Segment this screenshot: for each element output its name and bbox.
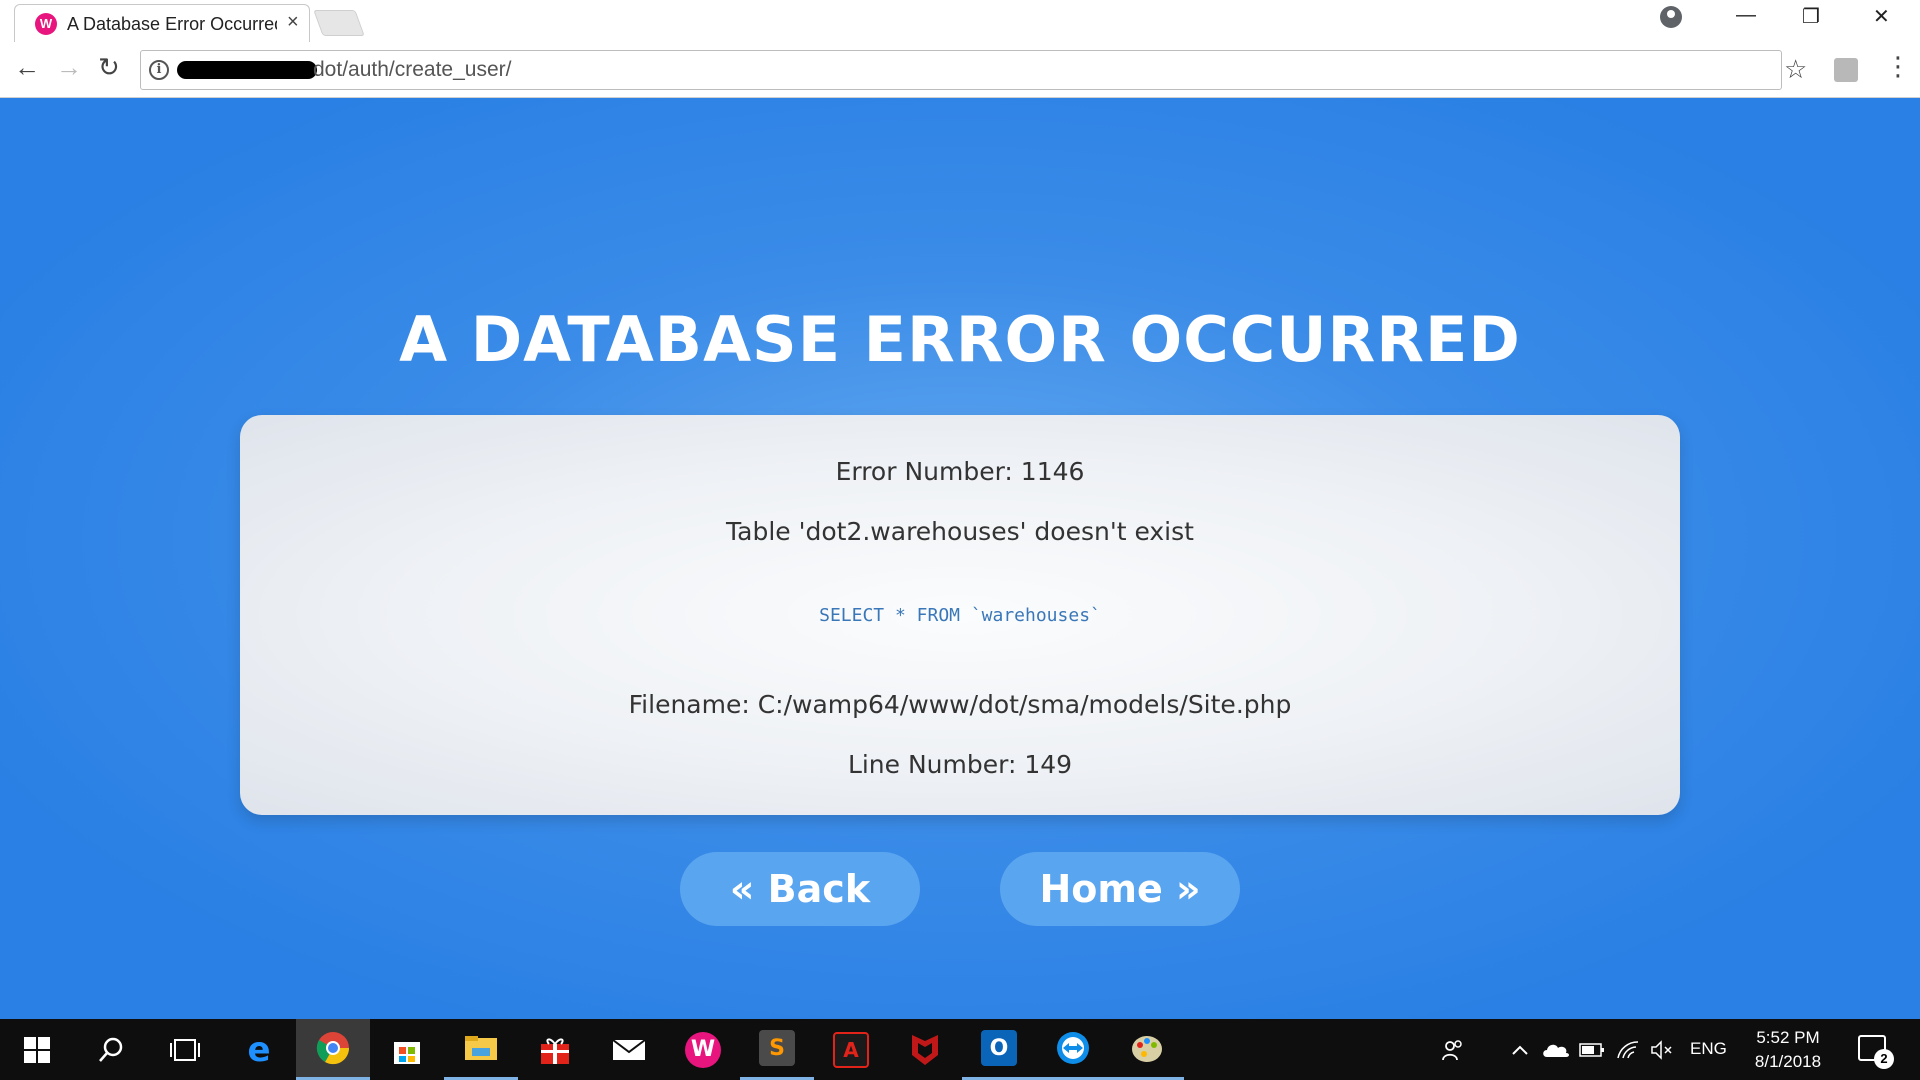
clock-time: 5:52 PM bbox=[1756, 1028, 1820, 1047]
file-explorer-icon[interactable] bbox=[444, 1019, 518, 1080]
taskbar-clock[interactable]: 5:52 PM 8/1/2018 bbox=[1748, 1026, 1828, 1074]
bookmark-star-icon[interactable]: ☆ bbox=[1784, 54, 1807, 85]
teamviewer-icon[interactable] bbox=[1036, 1019, 1110, 1080]
page-title: A DATABASE ERROR OCCURRED bbox=[399, 303, 1521, 376]
site-info-icon[interactable]: i bbox=[149, 60, 169, 80]
mail-icon[interactable] bbox=[592, 1019, 666, 1080]
browser-tab-bar: W A Database Error Occurred × — ❐ ✕ bbox=[0, 0, 1920, 42]
battery-icon[interactable] bbox=[1572, 1019, 1612, 1080]
tab-title: A Database Error Occurred bbox=[67, 14, 277, 34]
error-filename: Filename: C:/wamp64/www/dot/sma/models/S… bbox=[628, 690, 1292, 719]
back-button[interactable]: « Back bbox=[680, 852, 920, 926]
browser-menu-icon[interactable]: ⋮ bbox=[1885, 53, 1911, 79]
people-icon[interactable] bbox=[1428, 1019, 1478, 1080]
account-icon[interactable] bbox=[1660, 6, 1682, 28]
sublime-text-icon[interactable]: S bbox=[740, 1019, 814, 1080]
volume-muted-icon[interactable] bbox=[1642, 1019, 1682, 1080]
minimize-icon[interactable]: — bbox=[1736, 4, 1756, 27]
browser-tab[interactable]: W A Database Error Occurred × bbox=[14, 4, 310, 42]
forward-arrow-icon[interactable]: → bbox=[56, 52, 82, 83]
wamp-favicon-icon: W bbox=[35, 13, 57, 35]
clock-date: 8/1/2018 bbox=[1754, 1052, 1822, 1071]
search-icon[interactable] bbox=[74, 1019, 148, 1080]
pdf-extension-icon[interactable] bbox=[1834, 58, 1858, 82]
error-page: A DATABASE ERROR OCCURRED Error Number: … bbox=[0, 98, 1920, 1019]
error-card: Error Number: 1146 Table 'dot2.warehouse… bbox=[240, 415, 1680, 815]
mcafee-icon[interactable] bbox=[888, 1019, 962, 1080]
browser-toolbar: ← → ↻ i dot/auth/create_user/ ☆ ⋮ bbox=[0, 42, 1920, 98]
address-bar[interactable]: i dot/auth/create_user/ bbox=[140, 50, 1782, 90]
new-tab-button[interactable] bbox=[313, 10, 365, 36]
windows-taskbar: e W S A O ENG 5:52 PM 8/1/2018 2 bbox=[0, 1019, 1920, 1080]
url-text[interactable]: dot/auth/create_user/ bbox=[313, 58, 511, 82]
reload-icon[interactable]: ↻ bbox=[98, 52, 120, 83]
chrome-icon[interactable] bbox=[296, 1019, 370, 1080]
gift-icon[interactable] bbox=[518, 1019, 592, 1080]
store-icon[interactable] bbox=[370, 1019, 444, 1080]
back-arrow-icon[interactable]: ← bbox=[14, 52, 40, 83]
notification-count-badge: 2 bbox=[1874, 1049, 1894, 1069]
start-icon[interactable] bbox=[0, 1019, 74, 1080]
paint-icon[interactable] bbox=[1110, 1019, 1184, 1080]
wamp-icon[interactable]: W bbox=[666, 1019, 740, 1080]
tab-close-icon[interactable]: × bbox=[287, 11, 299, 34]
language-indicator[interactable]: ENG bbox=[1690, 1039, 1727, 1059]
onedrive-icon[interactable] bbox=[1536, 1019, 1576, 1080]
edge-icon[interactable]: e bbox=[222, 1019, 296, 1080]
window-close-icon[interactable]: ✕ bbox=[1873, 4, 1890, 29]
acrobat-icon[interactable]: A bbox=[814, 1019, 888, 1080]
redacted-domain bbox=[177, 61, 317, 79]
error-message: Table 'dot2.warehouses' doesn't exist bbox=[726, 517, 1194, 546]
restore-icon[interactable]: ❐ bbox=[1802, 4, 1820, 29]
error-number: Error Number: 1146 bbox=[835, 457, 1085, 486]
error-line-number: Line Number: 149 bbox=[847, 750, 1073, 779]
sql-query: SELECT * FROM `warehouses` bbox=[819, 605, 1101, 626]
outlook-icon[interactable]: O bbox=[962, 1019, 1036, 1080]
task-view-icon[interactable] bbox=[148, 1019, 222, 1080]
home-button[interactable]: Home » bbox=[1000, 852, 1240, 926]
